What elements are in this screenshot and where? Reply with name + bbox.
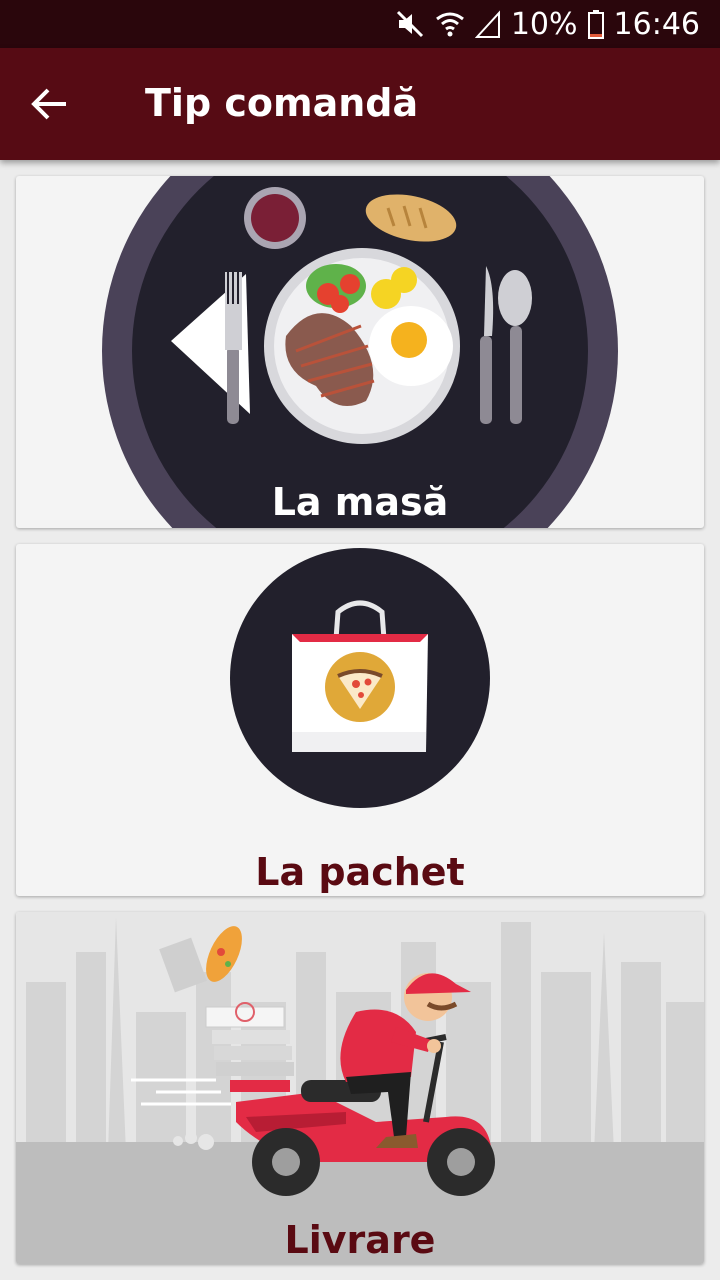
wifi-icon — [435, 12, 464, 37]
back-arrow-icon[interactable] — [22, 76, 78, 132]
option-label-dine-in: La masă — [271, 480, 449, 524]
signal-icon — [474, 10, 500, 38]
option-card-delivery[interactable]: Livrare — [16, 912, 704, 1264]
option-label-takeaway: La pachet — [255, 850, 465, 894]
battery-percent: 10% — [510, 6, 578, 42]
clock: 16:46 — [613, 6, 700, 42]
option-card-dine-in[interactable]: La masă — [16, 176, 704, 528]
page-title: Tip comandă — [145, 81, 419, 125]
option-label-delivery: Livrare — [284, 1218, 436, 1262]
option-card-takeaway[interactable]: La pachet — [16, 544, 704, 896]
delivery-illustration — [16, 912, 704, 1264]
battery-icon — [587, 10, 604, 39]
app-bar: Tip comandă — [0, 48, 720, 160]
status-bar: 10% 16:46 — [0, 0, 720, 48]
takeaway-illustration — [230, 548, 490, 808]
dine-in-illustration — [102, 176, 618, 528]
mute-icon — [396, 10, 423, 38]
